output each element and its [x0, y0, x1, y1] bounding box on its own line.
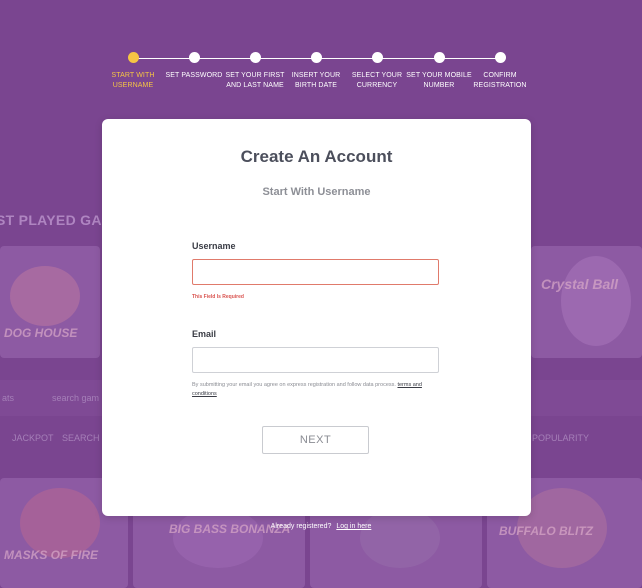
bg-side-text: ats	[2, 393, 15, 403]
step-dot	[371, 52, 383, 63]
login-prompt: Already registered? Log in here	[0, 523, 642, 530]
step-currency: SELECT YOUR CURRENCY	[342, 52, 412, 91]
modal-subtitle: Start With Username	[262, 186, 371, 198]
bg-tile-text: DOG HOUSE	[4, 326, 78, 340]
email-label: Email	[192, 329, 217, 339]
email-note: By submitting your email you agree on ex…	[192, 381, 442, 399]
step-label: CONFIRM REGISTRATION	[473, 72, 527, 89]
bg-tile-text: Crystal Ball	[541, 276, 619, 292]
step-label: SET YOUR FIRST AND LAST NAME	[225, 72, 285, 89]
step-label: SET PASSWORD	[165, 72, 223, 79]
next-button[interactable]: NEXT	[262, 426, 369, 454]
create-account-modal: Create An Account Start With Username Us…	[102, 119, 531, 516]
bg-game-tile: Crystal Ball	[531, 246, 642, 358]
email-input[interactable]	[192, 347, 439, 373]
step-dot	[249, 52, 261, 63]
step-label: INSERT YOUR BIRTH DATE	[291, 72, 341, 89]
bg-game-tile: DOG HOUSE	[0, 246, 100, 358]
bg-tab: JACKPOT	[12, 433, 54, 443]
step-birth-date: INSERT YOUR BIRTH DATE	[281, 52, 351, 91]
step-dot	[310, 52, 322, 63]
step-set-password: SET PASSWORD	[159, 52, 229, 81]
step-label: SELECT YOUR CURRENCY	[351, 72, 403, 89]
step-mobile-number: SET YOUR MOBILE NUMBER	[404, 52, 474, 91]
step-label: START WITH USERNAME	[111, 72, 155, 89]
bg-search-text: search gam	[52, 393, 100, 403]
step-confirm-registration: CONFIRM REGISTRATION	[465, 52, 535, 91]
username-error: This Field Is Required	[192, 294, 244, 300]
bg-tile-text: MASKS OF FIRE	[4, 548, 99, 562]
step-dot	[188, 52, 200, 63]
username-label: Username	[192, 241, 236, 251]
username-input[interactable]	[192, 259, 439, 285]
step-label: SET YOUR MOBILE NUMBER	[406, 72, 472, 89]
email-note-text: By submitting your email you agree on ex…	[192, 382, 396, 388]
step-dot	[494, 52, 506, 63]
step-dot	[433, 52, 445, 63]
registration-stepper: START WITH USERNAME SET PASSWORD SET YOUR…	[102, 52, 532, 102]
step-start-with-username: START WITH USERNAME	[98, 52, 168, 91]
bg-tab: SEARCH	[62, 433, 100, 443]
login-question: Already registered?	[270, 523, 332, 530]
step-set-name: SET YOUR FIRST AND LAST NAME	[220, 52, 290, 91]
bg-tab: POPULARITY	[532, 433, 590, 443]
bg-section-heading: ST PLAYED GAM	[0, 212, 114, 228]
modal-title: Create An Account	[240, 147, 393, 166]
login-link[interactable]: Log in here	[336, 523, 371, 530]
step-dot	[127, 52, 139, 63]
